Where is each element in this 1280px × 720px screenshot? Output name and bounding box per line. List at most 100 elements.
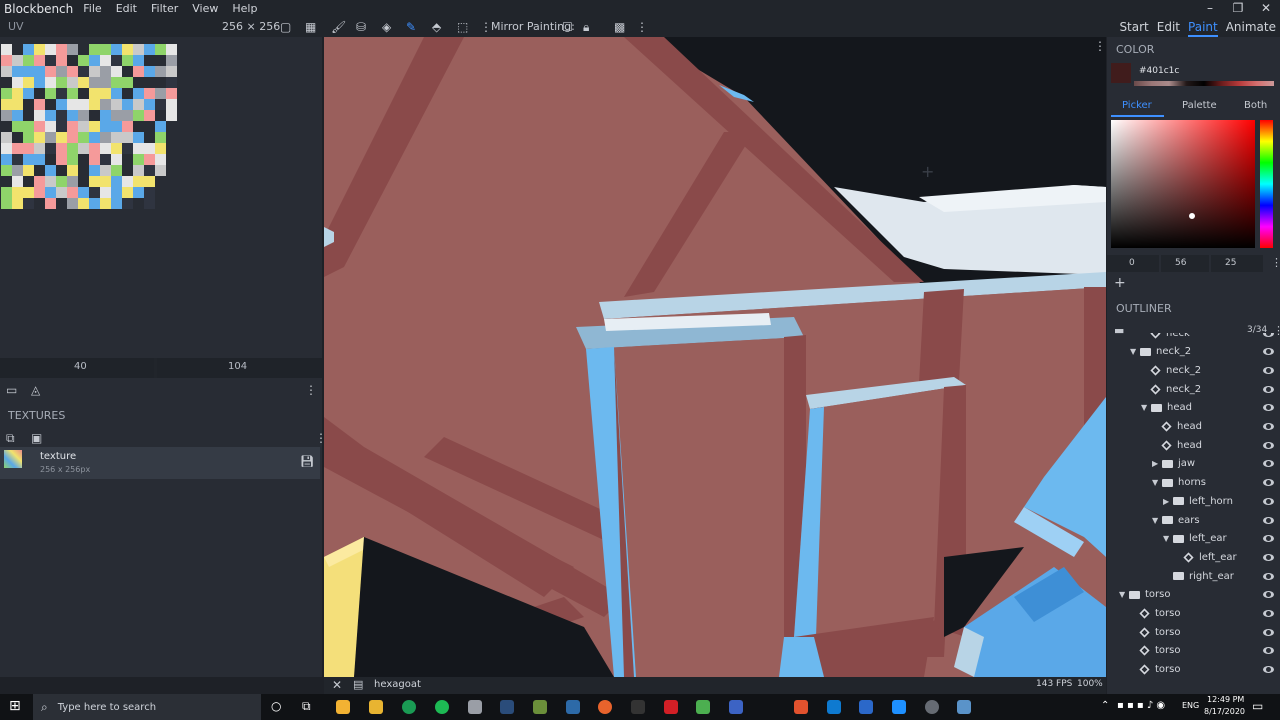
cortana-icon[interactable]: ○ [271, 699, 281, 713]
store-app-icon[interactable] [336, 700, 350, 714]
close-window-button[interactable]: ✕ [1252, 0, 1280, 17]
visibility-eye-icon[interactable] [1263, 628, 1274, 636]
app-icon-13[interactable] [729, 700, 743, 714]
outliner-item-neck-2[interactable]: neck_2 [1141, 380, 1280, 398]
file-explorer-icon[interactable] [369, 700, 383, 714]
visibility-eye-icon[interactable] [1263, 366, 1274, 374]
3d-viewport[interactable]: ⋮ + [324, 37, 1106, 677]
menu-view[interactable]: View [192, 2, 218, 15]
outliner-item-torso[interactable]: torso [1130, 623, 1280, 641]
minecraft-icon[interactable] [533, 700, 547, 714]
visibility-eye-icon[interactable] [1263, 591, 1274, 599]
outliner-item-horns[interactable]: ▼ horns [1152, 474, 1280, 492]
mode-paint[interactable]: Paint [1188, 17, 1218, 37]
close-project-icon[interactable]: ✕ [332, 678, 342, 692]
visibility-eye-icon[interactable] [1263, 610, 1274, 617]
visibility-eye-icon[interactable] [1263, 572, 1274, 580]
hue-slider[interactable] [1260, 120, 1273, 248]
maximize-button[interactable]: ❐ [1224, 0, 1252, 17]
outliner-item-left-ear[interactable]: ▼ left_ear [1163, 530, 1280, 548]
outliner-item-torso[interactable]: torso [1130, 661, 1280, 679]
menu-filter[interactable]: Filter [151, 2, 178, 15]
visibility-eye-icon[interactable] [1263, 348, 1274, 356]
uv-triangle-icon[interactable]: ◬ [31, 383, 40, 397]
outliner-item-left-horn[interactable]: ▶ left_horn [1163, 492, 1280, 510]
add-color-button[interactable]: + [1114, 275, 1126, 291]
visibility-eye-icon[interactable] [1263, 441, 1274, 449]
selection-icon[interactable]: ⬚ [457, 18, 468, 36]
menu-file[interactable]: File [83, 2, 101, 15]
outliner-item-neck[interactable]: neck [1141, 333, 1280, 342]
task-view-icon[interactable]: ⧉ [302, 699, 311, 714]
eraser-icon[interactable]: ◈ [382, 18, 391, 36]
blockbench-taskbar-icon[interactable] [892, 700, 906, 714]
chevron-down-icon[interactable]: ▼ [1141, 403, 1151, 412]
outliner-item-left-ear[interactable]: left_ear [1174, 548, 1280, 566]
outliner-item-torso[interactable]: torso [1130, 605, 1280, 623]
pixel-grid-icon[interactable]: ▩ [614, 18, 625, 36]
visibility-eye-icon[interactable] [1263, 479, 1274, 487]
app-icon-16[interactable] [859, 700, 873, 714]
outliner-item-jaw[interactable]: ▶ jaw [1152, 455, 1280, 473]
new-texture-icon[interactable]: ▣ [31, 431, 42, 445]
brush-icon[interactable]: 🖌 [331, 18, 346, 36]
color-menu-icon[interactable]: ⋮ [1271, 256, 1280, 269]
steam-icon[interactable] [500, 700, 514, 714]
menu-help[interactable]: Help [232, 2, 257, 15]
vscode-icon[interactable] [827, 700, 841, 714]
outliner-item-head[interactable]: head [1152, 436, 1280, 454]
chevron-down-icon[interactable]: ▼ [1152, 478, 1162, 487]
tab-picker[interactable]: Picker [1122, 100, 1152, 111]
chrome-icon[interactable] [402, 700, 416, 714]
chevron-down-icon[interactable]: ▼ [1119, 590, 1129, 599]
color-history-strip[interactable] [1134, 81, 1274, 86]
netflix-icon[interactable] [664, 700, 678, 714]
taskbar-search[interactable]: ⌕ Type here to search [33, 694, 261, 720]
mirror-painting-checkbox[interactable]: ☐ [562, 18, 573, 36]
color-hex-value[interactable]: #401c1c [1139, 66, 1179, 76]
uv-menu-icon[interactable]: ⋮ [305, 383, 317, 397]
mode-start[interactable]: Start [1119, 17, 1148, 37]
value-field-box[interactable] [1211, 255, 1263, 272]
visibility-eye-icon[interactable] [1263, 497, 1274, 505]
windows-start-icon[interactable]: ⊞ [9, 698, 21, 714]
visibility-eye-icon[interactable] [1263, 553, 1274, 561]
viewport-menu-icon[interactable]: ⋮ [1094, 39, 1106, 53]
menu-edit[interactable]: Edit [116, 2, 137, 15]
visibility-eye-icon[interactable] [1263, 666, 1274, 674]
chevron-down-icon[interactable]: ▼ [1152, 516, 1162, 525]
visibility-eye-icon[interactable] [1263, 385, 1274, 393]
outliner-item-head[interactable]: head [1152, 418, 1280, 436]
main-color-swatch[interactable] [1111, 63, 1131, 83]
fill-bucket-icon[interactable]: ⛁ [356, 18, 366, 36]
chevron-down-icon[interactable]: ▼ [1130, 347, 1140, 356]
fullscreen-icon[interactable]: ▢ [280, 18, 291, 36]
app-icon-5[interactable] [468, 700, 482, 714]
spotify-icon[interactable] [435, 700, 449, 714]
outliner-item-torso[interactable]: torso [1130, 642, 1280, 660]
visibility-eye-icon[interactable] [1263, 535, 1274, 543]
app-icon-14[interactable] [794, 700, 808, 714]
color-saturation-picker[interactable] [1111, 120, 1255, 248]
app-icon-18[interactable] [925, 700, 939, 714]
visibility-eye-icon[interactable] [1263, 647, 1274, 655]
outliner-item-neck-2[interactable]: neck_2 [1141, 361, 1280, 379]
origin-icon[interactable] [598, 700, 612, 714]
save-texture-icon[interactable]: 💾︎ [300, 455, 314, 468]
outliner-item-right-ear[interactable]: right_ear [1163, 567, 1280, 585]
app-icon-8[interactable] [566, 700, 580, 714]
clock-date[interactable]: 8/17/2020 [1204, 707, 1245, 716]
copy-paste-tool-icon[interactable]: ⬘ [432, 18, 441, 36]
outliner-item-torso[interactable]: ▼ torso [1119, 586, 1280, 604]
visibility-eye-icon[interactable] [1263, 333, 1274, 337]
grid-icon[interactable]: ▦ [305, 18, 316, 36]
texture-list-item[interactable]: texture 256 x 256px 💾︎ [0, 447, 320, 479]
notifications-icon[interactable]: ▭ [1252, 699, 1263, 713]
color-picker-handle[interactable] [1189, 213, 1195, 219]
toolbar-more-icon[interactable]: ⋮ [636, 18, 648, 36]
import-texture-icon[interactable]: ⧉ [6, 431, 15, 446]
epic-games-icon[interactable] [631, 700, 645, 714]
outliner-item-head[interactable]: ▼ head [1141, 399, 1280, 417]
visibility-eye-icon[interactable] [1263, 460, 1274, 468]
app-icon-12[interactable] [696, 700, 710, 714]
